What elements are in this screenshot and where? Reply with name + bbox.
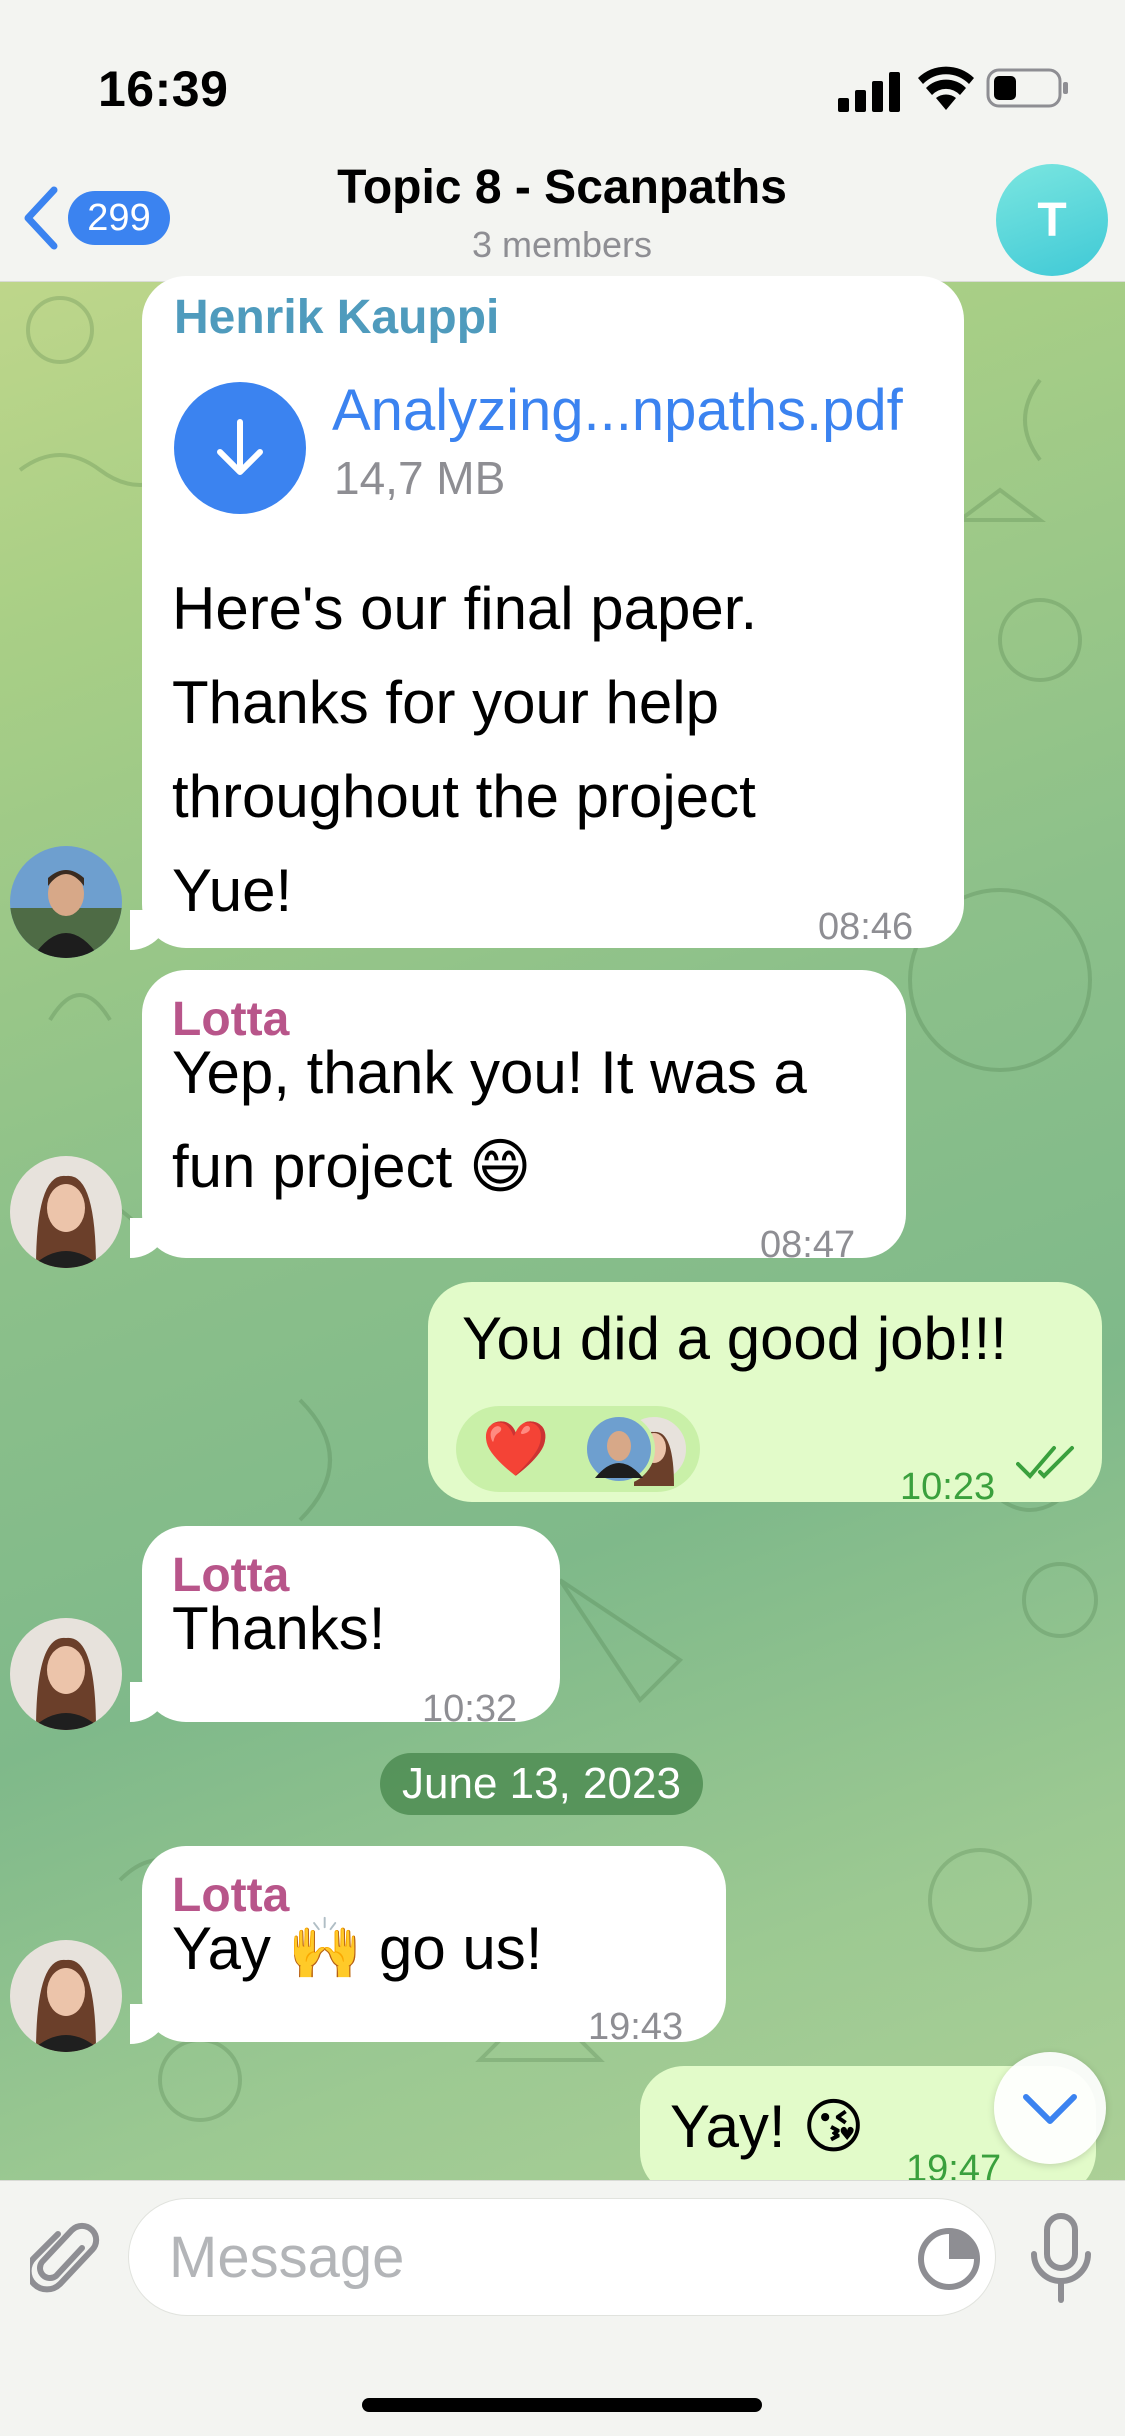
text-line: fun project 😄 — [172, 1133, 532, 1200]
message-bubble-outgoing[interactable]: You did a good job!!! ❤️ 10:23 — [428, 1282, 1102, 1508]
battery-icon — [986, 68, 1068, 108]
message-time: 08:47 — [760, 1224, 856, 1266]
file-size: 14,7 MB — [334, 452, 506, 504]
henrik-photo — [10, 846, 122, 958]
home-indicator — [362, 2398, 762, 2412]
text-line: Yue! — [172, 857, 293, 924]
message-time: 10:23 — [900, 1466, 996, 1508]
avatar-henrik[interactable] — [10, 846, 122, 958]
message-bubble-lotta[interactable]: Lotta Yep, thank you! It was a fun proje… — [142, 970, 906, 1266]
avatar-lotta[interactable] — [10, 1156, 122, 1268]
download-button[interactable] — [174, 382, 306, 514]
message-text: Yay! 😘 — [670, 2093, 865, 2160]
sender-name: Henrik Kauppi — [174, 291, 500, 344]
message-time: 08:46 — [818, 906, 914, 948]
text-line: Thanks for your help — [172, 669, 719, 736]
avatar-lotta[interactable] — [10, 1940, 122, 2052]
paperclip-icon[interactable] — [30, 2218, 100, 2298]
read-checkmarks-icon — [1016, 1446, 1074, 1479]
chevron-down-icon — [1023, 2094, 1077, 2124]
sticker-icon[interactable] — [914, 2224, 984, 2294]
lotta-photo — [10, 1618, 122, 1730]
date-separator: June 13, 2023 — [380, 1753, 703, 1815]
lotta-photo — [10, 1940, 122, 2052]
heart-reaction-icon: ❤️ — [482, 1419, 550, 1479]
message-bubble-lotta[interactable]: Lotta Yay 🙌 go us! 19:43 — [142, 1846, 726, 2048]
message-bubble-henrik[interactable]: Henrik Kauppi Analyzing...npaths.pdf 14,… — [142, 276, 964, 948]
wifi-icon — [918, 66, 974, 110]
cellular-signal-icon — [838, 72, 900, 112]
message-text: Yay 🙌 go us! — [172, 1915, 543, 1982]
file-name[interactable]: Analyzing...npaths.pdf — [332, 376, 903, 446]
message-time: 19:43 — [588, 2006, 684, 2048]
message-time: 10:32 — [422, 1688, 518, 1730]
reaction-chip[interactable]: ❤️ — [456, 1406, 700, 1492]
text-line: Here's our final paper. — [172, 575, 758, 642]
chat-member-count: 3 members — [471, 224, 653, 265]
message-text: Thanks! — [172, 1595, 386, 1662]
message-text: You did a good job!!! — [462, 1305, 1007, 1372]
chevron-left-icon — [24, 186, 58, 250]
lotta-photo — [10, 1156, 122, 1268]
group-avatar[interactable]: T — [996, 164, 1108, 276]
unread-count-badge: 299 — [68, 191, 170, 245]
message-text: Yep, thank you! It was a fun project 😄 — [172, 1026, 807, 1214]
text-line: Yep, thank you! It was a — [172, 1039, 807, 1106]
chat-title[interactable]: Topic 8 - Scanpaths — [262, 160, 862, 215]
reactor-avatars — [583, 1413, 690, 1486]
message-bubble-lotta[interactable]: Lotta Thanks! 10:32 — [142, 1526, 560, 1730]
status-bar-time: 16:39 — [98, 61, 229, 117]
message-input[interactable] — [128, 2198, 996, 2316]
message-text: Here's our final paper. Thanks for your … — [172, 562, 757, 938]
microphone-icon[interactable] — [1024, 2212, 1098, 2304]
text-line: throughout the project — [172, 763, 756, 830]
download-arrow-icon — [217, 419, 263, 475]
scroll-to-bottom-button[interactable] — [994, 2052, 1106, 2164]
avatar-lotta[interactable] — [10, 1618, 122, 1730]
back-button[interactable]: 299 — [20, 178, 190, 258]
